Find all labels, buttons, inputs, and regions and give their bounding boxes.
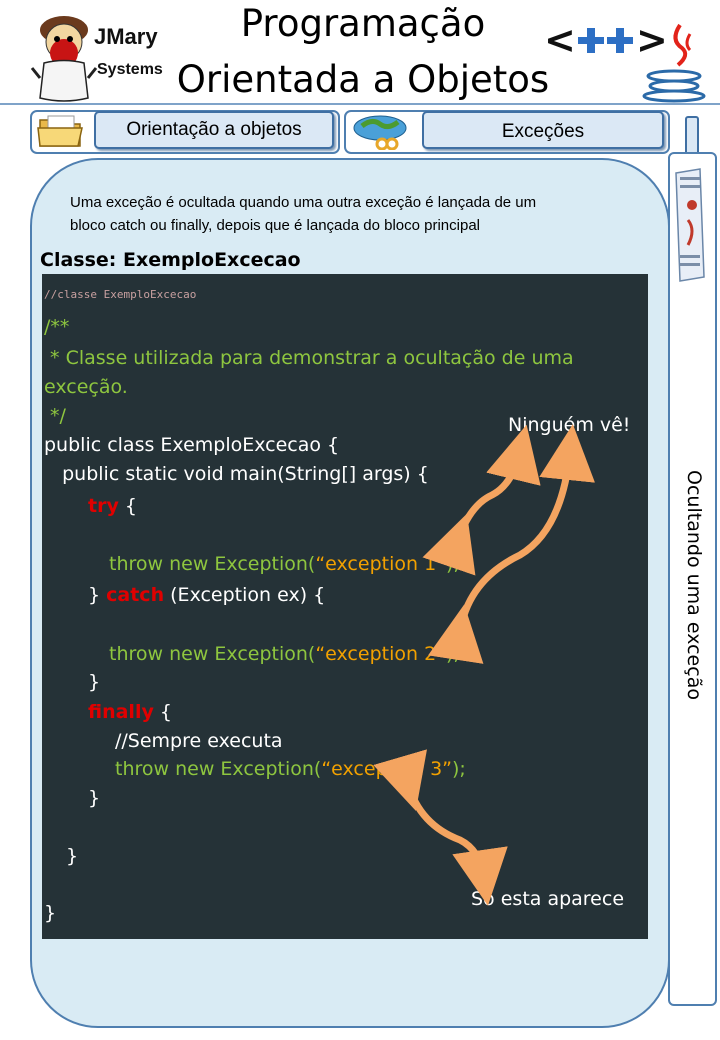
arrow-ex2-to-callout — [428, 424, 595, 664]
arrow-ex3-to-callout — [373, 749, 508, 906]
arrow-ex1-to-callout — [422, 424, 541, 576]
arrows-overlay — [373, 424, 595, 906]
